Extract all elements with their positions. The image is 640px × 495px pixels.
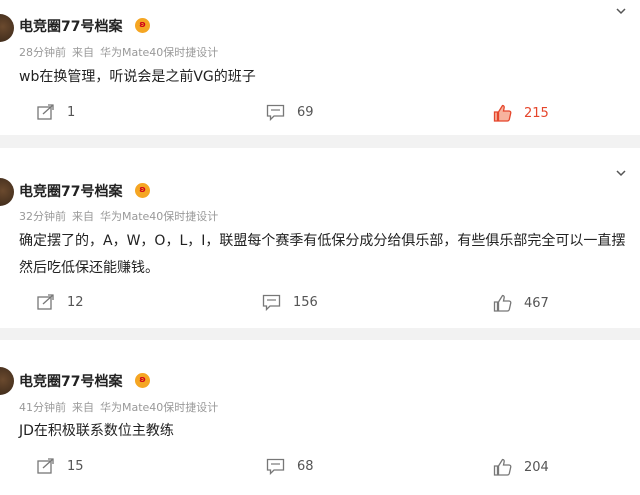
repost-icon <box>37 104 54 120</box>
post-source: 华为Mate40保时捷设计 <box>100 46 219 59</box>
post-meta: 28分钟前 来自 华为Mate40保时捷设计 <box>19 44 224 60</box>
author-name[interactable]: 电竞圈77号档案 <box>19 181 122 201</box>
repost-icon <box>37 458 54 474</box>
post-time[interactable]: 41分钟前 <box>19 401 66 414</box>
like-count: 215 <box>524 105 549 121</box>
post-card: 电竞圈77号档案 ʚ 41分钟前 来自 华为Mate40保时捷设计 JD在积极联系数… <box>0 340 640 495</box>
comment-icon <box>262 294 281 311</box>
chevron-down-icon[interactable] <box>616 168 626 178</box>
repost-count: 15 <box>67 459 84 474</box>
post-text: JD在积极联系数位主教练 <box>19 423 174 439</box>
post-text: wb在换管理，听说会是之前VG的班子 <box>19 69 256 85</box>
post-time[interactable]: 28分钟前 <box>19 46 66 59</box>
repost-button[interactable]: 15 <box>37 458 84 475</box>
comment-count: 156 <box>293 295 318 310</box>
comment-icon <box>266 104 285 121</box>
like-button[interactable]: 467 <box>493 294 549 312</box>
thumbs-up-icon <box>493 104 512 122</box>
source-prefix: 来自 <box>72 401 94 414</box>
author-name[interactable]: 电竞圈77号档案 <box>19 371 122 391</box>
post-time[interactable]: 32分钟前 <box>19 210 66 223</box>
repost-count: 1 <box>67 105 76 120</box>
author-name[interactable]: 电竞圈77号档案 <box>19 16 122 36</box>
comment-button[interactable]: 68 <box>266 458 314 475</box>
comment-icon <box>266 458 285 475</box>
comment-count: 68 <box>297 459 314 474</box>
source-prefix: 来自 <box>72 46 94 59</box>
post-source: 华为Mate40保时捷设计 <box>100 401 219 414</box>
comment-button[interactable]: 69 <box>266 104 314 121</box>
repost-icon <box>37 294 54 310</box>
post-text: 确定摆了的，A，W，O，L，I，联盟每个赛季有低保分成分给俱乐部，有些俱乐部完全… <box>19 233 626 276</box>
chevron-down-icon[interactable] <box>616 6 626 16</box>
thumbs-up-icon <box>493 458 512 476</box>
post-card: 电竞圈77号档案 ʚ 32分钟前 来自 华为Mate40保时捷设计 确定摆了的，A，… <box>0 148 640 328</box>
avatar[interactable] <box>0 367 14 395</box>
comment-count: 69 <box>297 105 314 120</box>
like-button[interactable]: 204 <box>493 458 549 476</box>
avatar[interactable] <box>0 178 14 206</box>
verified-badge-icon: ʚ <box>135 373 150 388</box>
like-button[interactable]: 215 <box>493 104 549 122</box>
thumbs-up-icon <box>493 294 512 312</box>
like-count: 467 <box>524 295 549 311</box>
post-card: 电竞圈77号档案 ʚ 28分钟前 来自 华为Mate40保时捷设计 wb在换管理，听… <box>0 0 640 135</box>
verified-badge-icon: ʚ <box>135 18 150 33</box>
repost-button[interactable]: 12 <box>37 294 84 311</box>
post-source: 华为Mate40保时捷设计 <box>100 210 219 223</box>
like-count: 204 <box>524 459 549 475</box>
verified-badge-icon: ʚ <box>135 183 150 198</box>
repost-count: 12 <box>67 295 84 310</box>
avatar[interactable] <box>0 14 14 42</box>
repost-button[interactable]: 1 <box>37 104 75 121</box>
source-prefix: 来自 <box>72 210 94 223</box>
comment-button[interactable]: 156 <box>262 294 318 311</box>
post-meta: 41分钟前 来自 华为Mate40保时捷设计 <box>19 399 224 415</box>
post-meta: 32分钟前 来自 华为Mate40保时捷设计 <box>19 208 224 224</box>
